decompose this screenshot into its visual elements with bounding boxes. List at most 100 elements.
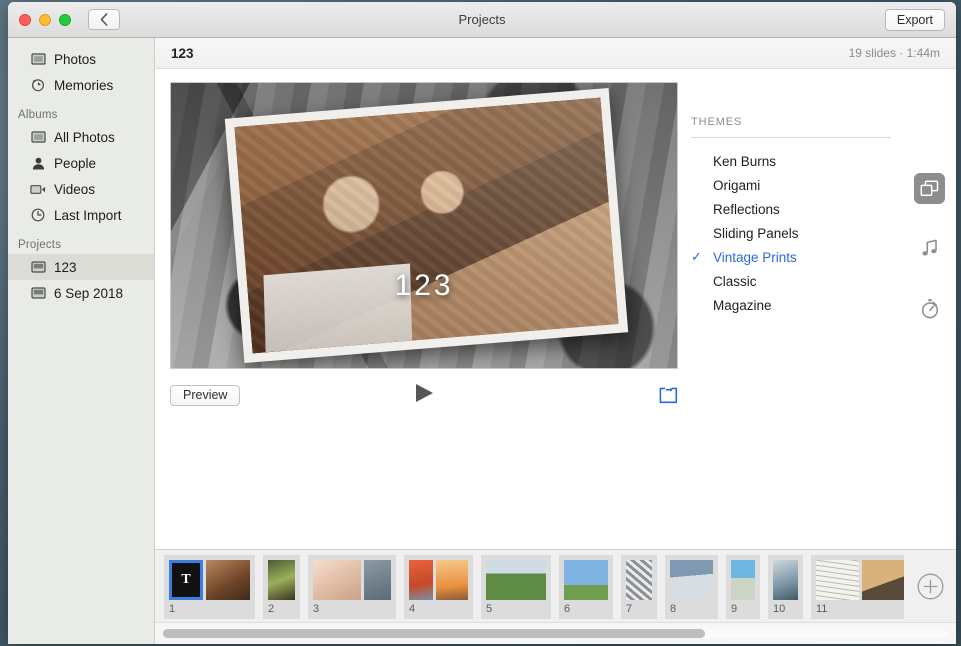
slide-photo [234, 97, 619, 354]
slide-number: 9 [731, 603, 738, 615]
thumb-images: T [169, 560, 250, 600]
play-button[interactable] [412, 381, 436, 410]
thumb-images [670, 560, 713, 600]
filmstrip-slide-2[interactable]: 2 [263, 555, 300, 619]
sidebar-item-label: Last Import [54, 207, 122, 223]
sidebar-item-memories[interactable]: Memories [8, 72, 154, 98]
filmstrip-scroll[interactable]: T 1 2 3 4 5 6 7 8 9 10 11 [155, 550, 904, 622]
theme-item-reflections[interactable]: Reflections [681, 197, 903, 221]
sidebar-item-project-123[interactable]: 123 [8, 254, 154, 280]
photos-icon [30, 130, 46, 144]
slideshow-meta: 19 slides · 1:44m [848, 46, 940, 60]
theme-label: Reflections [713, 201, 780, 217]
slide-thumb-image [626, 560, 652, 600]
scrollbar-thumb[interactable] [163, 629, 705, 638]
zoom-button[interactable] [59, 13, 71, 26]
themes-header: THEMES [691, 116, 743, 128]
slide-number: 7 [626, 603, 633, 615]
window-controls [19, 13, 71, 26]
theme-label: Sliding Panels [713, 225, 799, 241]
add-slide-button[interactable] [904, 550, 956, 622]
theme-item-magazine[interactable]: Magazine [681, 293, 903, 317]
slide-thumb-image [773, 560, 798, 600]
theme-label: Classic [713, 273, 757, 289]
duration-tool-button[interactable] [914, 293, 945, 324]
preview-button[interactable]: Preview [170, 384, 241, 406]
slide-title-text: 123 [394, 269, 454, 302]
transport-controls: Preview [170, 375, 678, 415]
filmstrip-slide-5[interactable]: 5 [481, 555, 551, 619]
slide-thumb-image [436, 560, 468, 600]
slide-thumb-image [670, 560, 713, 600]
sidebar-item-project-6-sep-2018[interactable]: 6 Sep 2018 [8, 280, 154, 306]
sidebar-item-people[interactable]: People [8, 150, 154, 176]
filmstrip-slide-3[interactable]: 3 [308, 555, 396, 619]
sidebar-section-albums: Albums [18, 109, 58, 121]
clock-icon [30, 208, 46, 222]
sidebar-item-photos[interactable]: Photos [8, 46, 154, 72]
slide-number: 3 [313, 603, 320, 615]
export-button[interactable]: Export [884, 9, 945, 31]
content-area: 123 19 slides · 1:44m 123 Preview THEMES… [155, 38, 956, 644]
minimize-button[interactable] [39, 13, 51, 26]
sidebar-item-label: 6 Sep 2018 [54, 285, 124, 301]
sidebar-item-label: Memories [54, 77, 114, 93]
filmstrip-slide-1[interactable]: T 1 [164, 555, 255, 619]
sidebar: Photos Memories Albums All Photos People… [8, 38, 155, 644]
theme-item-classic[interactable]: Classic [681, 269, 903, 293]
slideshow-editor: 123 Preview THEMES Ken Burns Origami Ref… [155, 69, 956, 549]
person-icon [30, 156, 46, 170]
thumb-images [313, 560, 391, 600]
filmstrip-slide-6[interactable]: 6 [559, 555, 613, 619]
thumb-images [409, 560, 468, 600]
thumb-images [268, 560, 295, 600]
slide-thumb-image [206, 560, 250, 600]
theme-item-origami[interactable]: Origami [681, 173, 903, 197]
back-button[interactable] [88, 9, 120, 30]
thumb-images [773, 560, 798, 600]
sidebar-item-last-import[interactable]: Last Import [8, 202, 154, 228]
theme-checkmark: ✓ [691, 249, 702, 264]
filmstrip-slide-10[interactable]: 10 [768, 555, 803, 619]
music-tool-button[interactable] [914, 233, 945, 264]
filmstrip-slide-9[interactable]: 9 [726, 555, 760, 619]
themes-divider [691, 137, 891, 138]
theme-item-vintage-prints[interactable]: ✓ Vintage Prints [681, 245, 903, 269]
fullscreen-export-icon [659, 387, 678, 403]
theme-item-ken-burns[interactable]: Ken Burns [681, 149, 903, 173]
photos-icon [30, 52, 46, 66]
slide-thumb-image [313, 560, 361, 600]
sidebar-item-label: All Photos [54, 129, 115, 145]
themes-tool-button[interactable] [914, 173, 945, 204]
slide-thumb-image [486, 560, 546, 600]
slide-thumb-image [364, 560, 391, 600]
slide-preview[interactable]: 123 [170, 82, 678, 369]
scrollbar-track[interactable] [163, 629, 948, 638]
thumb-images [626, 560, 652, 600]
sidebar-item-label: Photos [54, 51, 97, 67]
chevron-left-icon [100, 13, 108, 26]
sidebar-item-label: 123 [54, 259, 77, 275]
filmstrip-slide-7[interactable]: 7 [621, 555, 657, 619]
slide-thumb-image [731, 560, 755, 600]
window-titlebar: Projects Export [8, 2, 956, 38]
photos-app-window: Projects Export Photos Memories Albums A… [8, 2, 956, 644]
project-icon [30, 260, 46, 274]
close-button[interactable] [19, 13, 31, 26]
filmstrip-slide-8[interactable]: 8 [665, 555, 718, 619]
filmstrip-slide-11[interactable]: 11 [811, 555, 904, 619]
sidebar-item-videos[interactable]: Videos [8, 176, 154, 202]
slide-number: 1 [169, 603, 176, 615]
fullscreen-play-button[interactable] [659, 387, 678, 404]
theme-item-sliding-panels[interactable]: Sliding Panels [681, 221, 903, 245]
plus-circle-icon [917, 573, 943, 599]
project-header-bar: 123 19 slides · 1:44m [155, 38, 956, 69]
vintage-print-frame [224, 87, 629, 364]
slide-number: 4 [409, 603, 416, 615]
slide-number: 10 [773, 603, 786, 615]
stopwatch-icon [921, 299, 938, 319]
filmstrip-slide-4[interactable]: 4 [404, 555, 473, 619]
horizontal-scrollbar[interactable] [155, 622, 956, 644]
slide-thumb-image [564, 560, 608, 600]
sidebar-item-all-photos[interactable]: All Photos [8, 124, 154, 150]
